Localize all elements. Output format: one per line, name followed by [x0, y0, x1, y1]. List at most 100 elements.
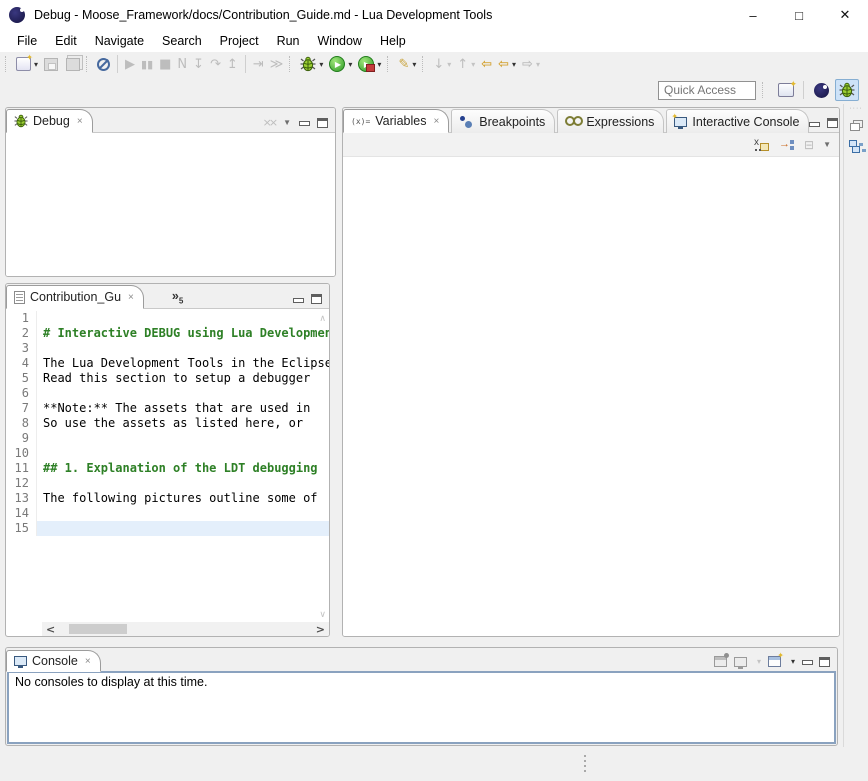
editor-line[interactable]: 13The following pictures outline some of: [6, 491, 329, 506]
line-text[interactable]: [36, 431, 329, 446]
maximize-button[interactable]: □: [776, 0, 822, 30]
lua-perspective-button[interactable]: [809, 79, 833, 101]
scrollbar-down-arrow[interactable]: ∨: [319, 609, 326, 620]
dropdown-arrow-icon[interactable]: ▾: [319, 60, 323, 69]
view-menu-icon[interactable]: ▼: [283, 118, 291, 127]
line-text[interactable]: [36, 341, 329, 356]
dropdown-arrow-icon[interactable]: ▾: [536, 60, 540, 69]
menu-search[interactable]: Search: [153, 32, 211, 50]
step-into-button[interactable]: ↧: [191, 53, 206, 75]
line-number[interactable]: 14: [6, 506, 36, 521]
editor-horizontal-scrollbar[interactable]: < >: [42, 622, 329, 636]
editor-line[interactable]: 6: [6, 386, 329, 401]
editor-line[interactable]: 3: [6, 341, 329, 356]
editor-body[interactable]: 12# Interactive DEBUG using Lua Developm…: [6, 309, 329, 622]
terminate-button[interactable]: ■: [157, 53, 173, 75]
close-button[interactable]: ✕: [822, 0, 868, 30]
line-text[interactable]: Read this section to setup a debugger: [36, 371, 329, 386]
maximize-view-icon[interactable]: [311, 294, 322, 304]
dropdown-arrow-icon[interactable]: ▾: [512, 60, 516, 69]
trim-drag-handle[interactable]: ····: [849, 107, 862, 111]
scroll-left-arrow[interactable]: <: [46, 623, 55, 636]
line-number[interactable]: 8: [6, 416, 36, 431]
line-number[interactable]: 9: [6, 431, 36, 446]
close-icon[interactable]: ×: [433, 116, 439, 127]
editor-line[interactable]: 14: [6, 506, 329, 521]
maximize-view-icon[interactable]: [317, 118, 328, 128]
editor-line[interactable]: 7**Note:** The assets that are used in: [6, 401, 329, 416]
maximize-view-icon[interactable]: [819, 657, 830, 667]
minimize-view-icon[interactable]: [299, 118, 309, 127]
editor-line[interactable]: 2# Interactive DEBUG using Lua Developme…: [6, 326, 329, 341]
tab-expressions[interactable]: Expressions: [557, 109, 664, 133]
minimize-view-icon[interactable]: [802, 657, 812, 666]
menu-project[interactable]: Project: [211, 32, 268, 50]
line-text[interactable]: **Note:** The assets that are used in: [36, 401, 329, 416]
line-number[interactable]: 2: [6, 326, 36, 341]
skip-all-breakpoints-button[interactable]: [95, 53, 112, 75]
more-editors-chevron[interactable]: »5: [172, 289, 183, 306]
console-content[interactable]: No consoles to display at this time.: [7, 671, 836, 744]
tab-interactive-console[interactable]: ✦ Interactive Console: [666, 109, 809, 133]
show-type-names-icon[interactable]: x: [754, 138, 770, 152]
line-number[interactable]: 10: [6, 446, 36, 461]
close-icon[interactable]: ×: [128, 292, 134, 303]
scroll-right-arrow[interactable]: >: [316, 623, 325, 636]
line-text[interactable]: [36, 446, 329, 461]
resume-button[interactable]: ▶: [123, 53, 137, 75]
line-number[interactable]: 3: [6, 341, 36, 356]
line-text[interactable]: [36, 476, 329, 491]
dropdown-arrow-icon[interactable]: ▾: [412, 60, 416, 69]
tab-variables[interactable]: (x)= Variables ×: [343, 109, 449, 133]
quick-access-input[interactable]: [658, 81, 756, 100]
line-text[interactable]: [36, 506, 329, 521]
editor-line[interactable]: 9: [6, 431, 329, 446]
view-menu-icon[interactable]: ▼: [823, 140, 831, 149]
dropdown-arrow-icon[interactable]: ▾: [471, 60, 475, 69]
line-number[interactable]: 13: [6, 491, 36, 506]
line-number[interactable]: 15: [6, 521, 36, 536]
dropdown-arrow-icon[interactable]: ▾: [348, 60, 352, 69]
previous-annotation-button[interactable]: ↑ ▾: [455, 53, 477, 75]
editor-line[interactable]: 10: [6, 446, 329, 461]
close-icon[interactable]: ×: [77, 116, 83, 127]
last-edit-location-button[interactable]: ⇦: [479, 53, 494, 75]
open-perspective-button[interactable]: [774, 79, 798, 101]
editor-line[interactable]: 1: [6, 311, 329, 326]
line-text[interactable]: [36, 386, 329, 401]
line-text[interactable]: The Lua Development Tools in the Eclipse: [36, 356, 329, 371]
step-into-selection-button[interactable]: ≫: [268, 53, 286, 75]
scrollbar-thumb[interactable]: [69, 624, 127, 634]
run-button[interactable]: ▶ ▾: [327, 53, 354, 75]
dropdown-arrow-icon[interactable]: ▾: [34, 60, 38, 69]
editor-line[interactable]: 15: [6, 521, 329, 536]
tab-contribution-guide[interactable]: Contribution_Gu ×: [6, 285, 144, 309]
debug-button[interactable]: ▾: [298, 53, 325, 75]
disconnect-button[interactable]: N: [175, 53, 189, 75]
menu-navigate[interactable]: Navigate: [86, 32, 153, 50]
tab-debug[interactable]: Debug ×: [6, 109, 93, 133]
line-number[interactable]: 4: [6, 356, 36, 371]
maximize-view-icon[interactable]: [827, 118, 838, 128]
dropdown-arrow-icon[interactable]: ▾: [791, 657, 795, 666]
dropdown-arrow-icon[interactable]: ▾: [757, 657, 761, 666]
tab-console[interactable]: Console ×: [6, 650, 101, 672]
pin-console-icon[interactable]: [714, 656, 727, 667]
menu-edit[interactable]: Edit: [46, 32, 86, 50]
editor-line[interactable]: 5Read this section to setup a debugger: [6, 371, 329, 386]
line-text[interactable]: The following pictures outline some of: [36, 491, 329, 506]
forward-button[interactable]: ⇨ ▾: [520, 53, 542, 75]
status-drag-handle[interactable]: [584, 755, 586, 773]
minimize-view-icon[interactable]: [809, 119, 819, 128]
minimize-button[interactable]: –: [730, 0, 776, 30]
line-text[interactable]: # Interactive DEBUG using Lua Developmen…: [36, 326, 329, 341]
tab-breakpoints[interactable]: Breakpoints: [451, 109, 555, 133]
dropdown-arrow-icon[interactable]: ▾: [447, 60, 451, 69]
line-text[interactable]: ## 1. Explanation of the LDT debugging: [36, 461, 329, 476]
menu-run[interactable]: Run: [268, 32, 309, 50]
editor-line[interactable]: 12: [6, 476, 329, 491]
debug-perspective-button[interactable]: [835, 79, 859, 101]
minimized-outline-view-icon[interactable]: [849, 140, 863, 153]
line-number[interactable]: 5: [6, 371, 36, 386]
menu-help[interactable]: Help: [371, 32, 415, 50]
